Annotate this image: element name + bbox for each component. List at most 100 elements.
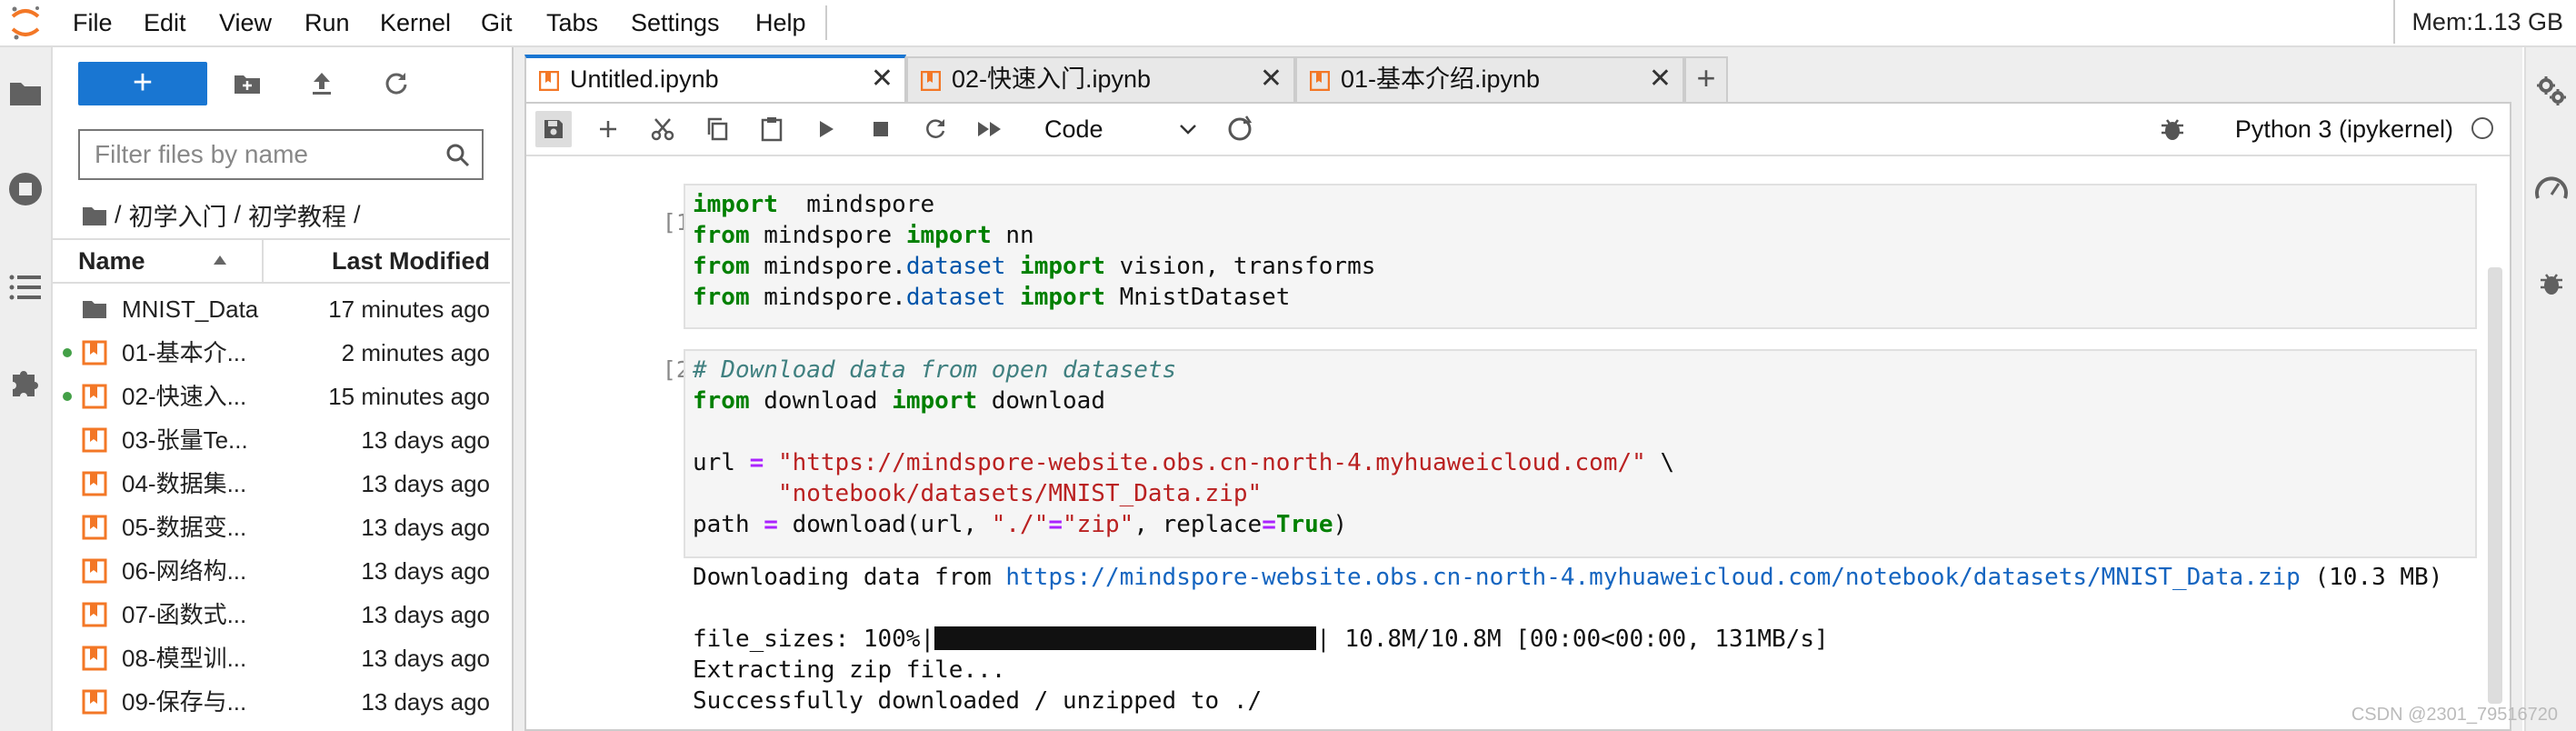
column-name-header[interactable]: Name xyxy=(78,240,145,282)
code-line: from download import download xyxy=(693,386,2468,416)
run-cell-icon[interactable] xyxy=(808,111,844,147)
tab-close-icon[interactable]: ✕ xyxy=(1649,58,1672,100)
code-line: path = download(url, "./"="zip", replace… xyxy=(693,509,2468,540)
file-name: 03-张量Te... xyxy=(122,426,248,454)
notebook-scrollbar[interactable] xyxy=(2488,267,2502,704)
column-modified-header[interactable]: Last Modified xyxy=(332,240,490,282)
output-success-line: Successfully downloaded / unzipped to ./ xyxy=(693,687,1263,715)
file-filter-box xyxy=(78,129,484,180)
tab-02-quickstart[interactable]: 02-快速入门.ipynb ✕ xyxy=(906,56,1295,102)
file-modified: 17 minutes ago xyxy=(328,295,490,323)
new-folder-icon[interactable] xyxy=(229,65,265,102)
notebook-icon xyxy=(539,71,559,91)
resource-usage-gauge-icon[interactable] xyxy=(2533,169,2570,205)
file-list-item[interactable]: MNIST_Data 17 minutes ago xyxy=(53,287,510,331)
insert-cell-icon[interactable] xyxy=(590,111,626,147)
cell-2-code-editor[interactable]: # Download data from open datasets from d… xyxy=(684,349,2477,558)
code-token: download(url, xyxy=(777,511,992,538)
add-tab-button[interactable]: + xyxy=(1684,56,1728,102)
code-token: "./" xyxy=(991,511,1049,538)
restart-kernel-icon[interactable] xyxy=(917,111,954,147)
extensions-icon[interactable] xyxy=(5,362,45,402)
file-name: 07-函数式... xyxy=(122,601,247,628)
breadcrumb: / 初学入门 / 初学教程 / xyxy=(82,197,361,233)
upload-icon[interactable] xyxy=(304,65,340,102)
property-inspector-gears-icon[interactable] xyxy=(2533,73,2570,109)
tab-close-icon[interactable]: ✕ xyxy=(871,58,894,100)
code-line: from mindspore.dataset import vision, tr… xyxy=(693,251,2468,282)
debugger-bug-icon[interactable] xyxy=(2158,115,2187,144)
tab-close-icon[interactable]: ✕ xyxy=(1260,58,1283,100)
running-indicator-dot xyxy=(63,392,72,401)
file-list-item[interactable]: 05-数据变... 13 days ago xyxy=(53,506,510,549)
code-token: from xyxy=(693,284,750,311)
kernel-status-idle-icon xyxy=(2471,117,2493,139)
code-token: , replace xyxy=(1133,511,1263,538)
paste-icon[interactable] xyxy=(754,111,790,147)
menu-view[interactable]: View xyxy=(219,0,272,45)
file-list-item[interactable]: 09-保存与... 13 days ago xyxy=(53,680,510,724)
home-folder-icon[interactable] xyxy=(82,205,107,226)
menu-edit[interactable]: Edit xyxy=(144,0,186,45)
output-download-line: Downloading data from https://mindspore-… xyxy=(693,562,2442,593)
code-line: from mindspore.dataset import MnistDatas… xyxy=(693,282,2468,313)
code-token: import xyxy=(1020,284,1105,311)
notebook-file-icon xyxy=(82,515,107,540)
menu-file[interactable]: File xyxy=(73,0,113,45)
file-list-item[interactable]: 08-模型训... 13 days ago xyxy=(53,636,510,680)
menu-git[interactable]: Git xyxy=(481,0,513,45)
file-list-item[interactable]: 07-函数式... 13 days ago xyxy=(53,593,510,636)
code-token: download xyxy=(977,387,1105,415)
code-token: dataset xyxy=(905,253,1006,280)
kernel-name[interactable]: Python 3 (ipykernel) xyxy=(2235,104,2453,155)
file-name: 04-数据集... xyxy=(122,470,247,497)
code-token: dataset xyxy=(905,284,1006,311)
menu-settings[interactable]: Settings xyxy=(631,0,720,45)
cell-1-code-editor[interactable]: import mindspore from mindspore import nn… xyxy=(684,184,2477,329)
notebook-file-icon xyxy=(82,602,107,627)
stop-kernel-icon[interactable] xyxy=(863,111,899,147)
column-divider[interactable] xyxy=(262,240,264,282)
tab-untitled[interactable]: Untitled.ipynb ✕ xyxy=(524,55,906,102)
output-extracting-line: Extracting zip file... xyxy=(693,656,1006,684)
git-diff-icon[interactable] xyxy=(1222,111,1258,147)
file-name: 09-保存与... xyxy=(122,688,247,716)
code-token: import xyxy=(905,222,992,249)
breadcrumb-folder-2[interactable]: 初学教程 xyxy=(248,197,346,233)
file-list-item[interactable]: 04-数据集... 13 days ago xyxy=(53,462,510,506)
copy-icon[interactable] xyxy=(699,111,735,147)
code-token: = xyxy=(1262,511,1276,538)
breadcrumb-folder-1[interactable]: 初学入门 xyxy=(129,197,227,233)
save-icon[interactable] xyxy=(535,111,572,147)
code-token: import xyxy=(892,387,978,415)
output-download-link[interactable]: https://mindspore-website.obs.cn-north-4… xyxy=(1005,564,2300,591)
restart-run-all-icon[interactable] xyxy=(972,111,1008,147)
menu-run[interactable]: Run xyxy=(305,0,350,45)
file-list-item[interactable]: 01-基本介... 2 minutes ago xyxy=(53,331,510,375)
tab-01-intro[interactable]: 01-基本介绍.ipynb ✕ xyxy=(1295,56,1684,102)
running-kernels-icon[interactable] xyxy=(5,169,45,209)
menu-tabs[interactable]: Tabs xyxy=(546,0,598,45)
menu-kernel[interactable]: Kernel xyxy=(380,0,451,45)
file-list-item[interactable]: 06-网络构... 13 days ago xyxy=(53,549,510,593)
filter-files-input[interactable] xyxy=(93,131,442,178)
table-of-contents-icon[interactable] xyxy=(5,267,45,307)
sort-ascending-icon xyxy=(214,255,226,265)
code-line: from mindspore import nn xyxy=(693,220,2468,251)
cut-icon[interactable] xyxy=(644,111,681,147)
breadcrumb-root[interactable]: / xyxy=(115,201,122,229)
new-launcher-button[interactable]: + xyxy=(78,62,207,105)
file-modified: 13 days ago xyxy=(361,645,490,672)
debugger-sidebar-bug-icon[interactable] xyxy=(2533,265,2570,302)
output-progress-line: file_sizes: 100%| | 10.8M/10.8M [00:00<00… xyxy=(693,624,1829,655)
memory-indicator: Mem:1.13 GB xyxy=(2393,0,2576,44)
folder-icon[interactable] xyxy=(5,73,45,113)
file-list-item[interactable]: 02-快速入... 15 minutes ago xyxy=(53,375,510,418)
file-list-item[interactable]: 03-张量Te... 13 days ago xyxy=(53,418,510,462)
refresh-icon[interactable] xyxy=(378,65,414,102)
menubar: File Edit View Run Kernel Git Tabs Setti… xyxy=(0,0,2576,47)
menu-help[interactable]: Help xyxy=(755,0,806,45)
cell-type-value: Code xyxy=(1044,115,1103,143)
cell-type-select[interactable]: Code xyxy=(1044,113,1199,145)
